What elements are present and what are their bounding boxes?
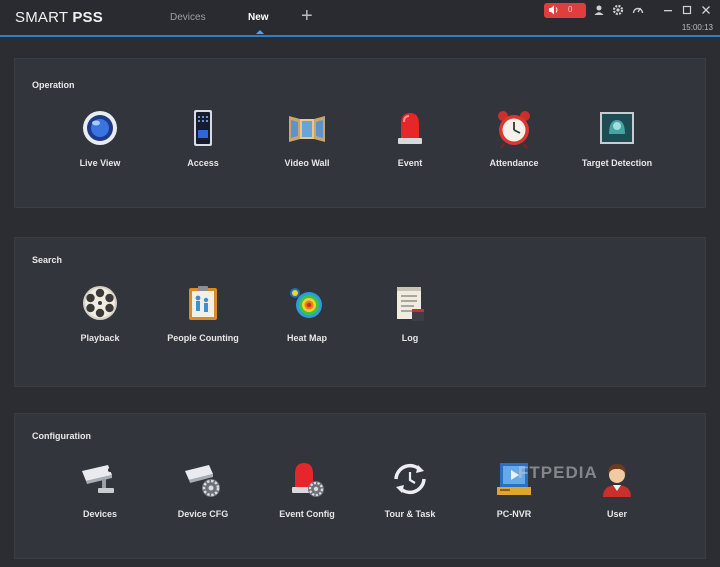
maximize-icon[interactable]	[681, 4, 693, 16]
alarm-badge[interactable]: 0	[544, 3, 586, 18]
devices-config-tile[interactable]: Devices	[50, 459, 150, 519]
clock-time: 15:00:13	[681, 23, 713, 32]
attendance-tile[interactable]: Attendance	[464, 108, 564, 168]
alarm-light-icon	[398, 113, 422, 144]
people-counting-icon	[189, 286, 217, 320]
brand-text-bold: PSS	[72, 9, 103, 26]
heat-map-icon	[290, 288, 322, 318]
close-icon[interactable]	[700, 4, 712, 16]
user-account-icon[interactable]	[593, 4, 605, 16]
tile-label: Target Detection	[581, 158, 653, 168]
active-tab-indicator	[256, 30, 264, 34]
event-config-tile[interactable]: Event Config	[257, 459, 357, 519]
section-title-operation: Operation	[32, 80, 75, 90]
alarm-settings-icon	[292, 463, 324, 497]
gear-icon[interactable]	[612, 4, 624, 16]
people-counting-tile[interactable]: People Counting	[153, 283, 253, 343]
tile-label: Access	[187, 158, 219, 168]
video-wall-icon	[289, 116, 325, 142]
target-detection-tile[interactable]: Target Detection	[567, 108, 667, 168]
playback-tile[interactable]: Playback	[50, 283, 150, 343]
tile-label: People Counting	[167, 333, 239, 343]
tile-label: User	[606, 509, 627, 519]
log-icon	[397, 287, 424, 321]
tile-label: Video Wall	[284, 158, 330, 168]
title-bar: SMART PSS Devices New + 0 15:00:13	[0, 0, 720, 37]
tab-new[interactable]: New	[248, 12, 269, 23]
tile-label: Devices	[82, 509, 118, 519]
tile-label: Event	[397, 158, 423, 168]
speaker-icon	[549, 5, 558, 15]
minimize-icon[interactable]	[662, 4, 674, 16]
camera-lens-icon	[83, 111, 117, 145]
tile-label: Tour & Task	[384, 509, 436, 519]
log-tile[interactable]: Log	[360, 283, 460, 343]
brand-text: SMART	[15, 9, 73, 26]
tile-label: Heat Map	[286, 333, 327, 343]
tile-label: Attendance	[489, 158, 539, 168]
device-cfg-tile[interactable]: Device CFG	[153, 459, 253, 519]
heat-map-tile[interactable]: Heat Map	[257, 283, 357, 343]
tile-label: PC-NVR	[496, 509, 532, 519]
performance-gauge-icon[interactable]	[632, 4, 644, 16]
tile-label: Live View	[79, 158, 121, 168]
event-tile[interactable]: Event	[360, 108, 460, 168]
tile-label: Log	[401, 333, 419, 343]
watermark-text: FTPEDIA	[518, 463, 598, 482]
alarm-count: 0	[568, 5, 573, 14]
camera-settings-icon	[185, 465, 220, 497]
user-icon	[603, 464, 631, 497]
section-title-configuration: Configuration	[32, 431, 91, 441]
add-tab-button[interactable]: +	[301, 6, 313, 26]
tour-cycle-icon	[394, 463, 426, 495]
live-view-tile[interactable]: Live View	[50, 108, 150, 168]
alarm-clock-icon	[498, 111, 530, 149]
tour-task-tile[interactable]: Tour & Task	[360, 459, 460, 519]
target-detection-icon	[600, 112, 634, 144]
tile-label: Playback	[80, 333, 120, 343]
film-reel-icon	[83, 286, 117, 320]
tile-label: Device CFG	[177, 509, 229, 519]
tile-label: Event Config	[279, 509, 335, 519]
video-wall-tile[interactable]: Video Wall	[257, 108, 357, 168]
section-title-search: Search	[32, 255, 63, 265]
app-brand: SMART PSS	[15, 9, 103, 26]
tab-devices[interactable]: Devices	[170, 12, 206, 23]
cctv-camera-icon	[82, 465, 114, 493]
access-control-icon	[194, 110, 212, 146]
access-tile[interactable]: Access	[153, 108, 253, 168]
